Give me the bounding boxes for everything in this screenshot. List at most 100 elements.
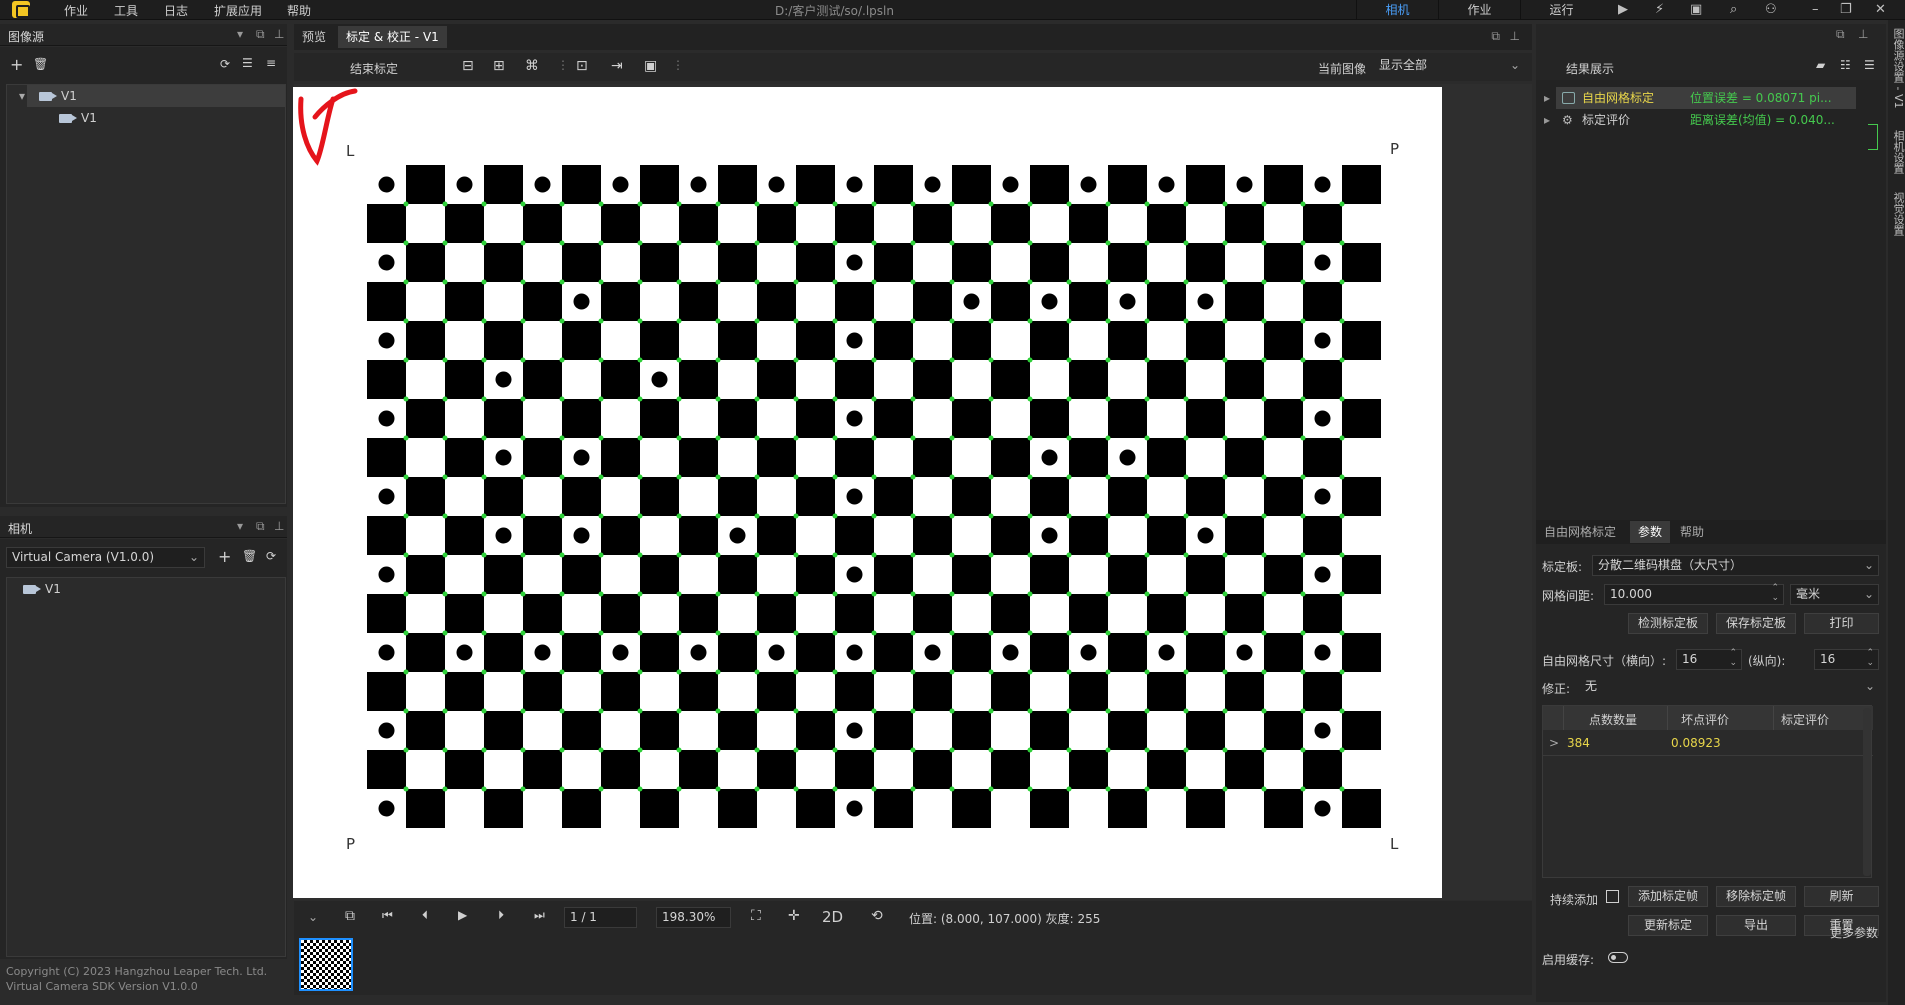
menu-tools[interactable]: 工具	[114, 2, 138, 19]
tree-root-v1[interactable]: ▾ V1	[19, 85, 285, 107]
export-button[interactable]: 导出	[1716, 915, 1796, 936]
grid-v-input[interactable]: 16 ⌃ ⌄	[1814, 648, 1879, 670]
refresh-camera-icon[interactable]: ⟳	[266, 549, 276, 563]
current-image-select[interactable]: 显示全部 ⌄	[1374, 56, 1524, 77]
crosshair-icon[interactable]: ✛	[788, 908, 800, 924]
export-icon[interactable]: ⇥	[611, 58, 623, 74]
play-icon[interactable]: ▶	[1618, 2, 1628, 17]
update-calibration-button[interactable]: 更新标定	[1628, 915, 1708, 936]
add-camera-icon[interactable]: +	[218, 547, 231, 566]
grid-icon[interactable]: ⊞	[493, 58, 505, 74]
collapse-icon[interactable]: ≡	[266, 56, 276, 70]
spinner-icon[interactable]: ⌃ ⌄	[1866, 648, 1874, 668]
menu-extensions[interactable]: 扩展应用	[214, 2, 262, 19]
chevron-down-icon[interactable]: ▾	[237, 519, 243, 533]
search-icon[interactable]: ⌕	[1730, 2, 1737, 17]
sync-icon[interactable]: ⟲	[871, 908, 883, 924]
image-stack-icon[interactable]: ⧉	[345, 908, 355, 924]
end-calibration-button[interactable]: 结束标定	[350, 60, 398, 77]
tab-params[interactable]: 参数	[1630, 521, 1671, 543]
save-board-button[interactable]: 保存标定板	[1716, 613, 1796, 634]
add-frame-button[interactable]: 添加标定帧	[1628, 886, 1708, 907]
pin-icon[interactable]: ⊥	[1510, 29, 1520, 43]
print-button[interactable]: 打印	[1804, 613, 1879, 634]
chevron-down-icon[interactable]: ▾	[237, 27, 243, 41]
refresh-button[interactable]: 刷新	[1804, 886, 1879, 907]
delete-camera-icon[interactable]: 🗑	[242, 549, 257, 563]
result-row-free-grid[interactable]: ▸ 自由网格标定 位置误差 = 0.08071 pi...	[1544, 87, 1856, 109]
cache-toggle[interactable]	[1608, 952, 1628, 963]
image-icon[interactable]: ⊡	[576, 58, 588, 74]
camera-select[interactable]: Virtual Camera (V1.0.0) ⌄	[6, 547, 205, 568]
tree-icon[interactable]: ⌘	[525, 58, 539, 74]
spacing-input[interactable]: 10.000 ⌃ ⌄	[1604, 583, 1784, 605]
zoom-input[interactable]: 198.30%	[656, 907, 731, 928]
first-frame-icon[interactable]: ⏮	[382, 908, 393, 923]
user-icon[interactable]: ⚇	[1765, 2, 1777, 17]
result-row-evaluation[interactable]: ▸ ⚙ 标定评价 距离误差(均值) = 0.040...	[1544, 109, 1856, 131]
fit-screen-icon[interactable]: ⛶	[751, 908, 761, 924]
camera-item-v1[interactable]: V1	[15, 578, 215, 600]
expand-icon[interactable]: ▸	[1544, 87, 1550, 109]
float-icon[interactable]: ⧉	[256, 519, 265, 534]
expand-icon[interactable]: ▾	[19, 85, 25, 107]
grid-h-input[interactable]: 16 ⌃ ⌄	[1676, 648, 1742, 670]
mode-2d-button[interactable]: 2D	[822, 908, 843, 926]
folder-icon[interactable]: ▰	[1816, 58, 1825, 72]
frame-input[interactable]: 1 / 1	[564, 907, 637, 928]
play-icon[interactable]: ▶	[458, 908, 467, 922]
float-icon[interactable]: ⧉	[256, 27, 265, 42]
menu-help[interactable]: 帮助	[287, 2, 311, 19]
dock-tab-image-settings[interactable]: 图像源设置 - V1	[1890, 28, 1905, 109]
remove-frame-button[interactable]: 移除标定帧	[1716, 886, 1796, 907]
next-frame-icon[interactable]: ⏵	[498, 908, 504, 923]
run-mode-button[interactable]: 运行	[1520, 0, 1602, 20]
tab-free-grid[interactable]: 自由网格标定	[1536, 521, 1624, 543]
prev-frame-icon[interactable]: ⏴	[422, 908, 428, 923]
pin-icon[interactable]: ⊥	[274, 27, 284, 41]
continuous-add-checkbox[interactable]	[1606, 890, 1619, 903]
frame-thumbnail[interactable]	[299, 938, 353, 991]
refresh-icon[interactable]: ⟳	[220, 57, 230, 71]
float-icon[interactable]: ⧉	[1491, 29, 1500, 44]
tab-calibration[interactable]: 标定 & 校正 - V1	[338, 26, 447, 48]
save-icon[interactable]: ▣	[1690, 2, 1702, 17]
tree-child-v1[interactable]: V1	[51, 107, 285, 129]
detect-board-button[interactable]: 检测标定板	[1628, 613, 1708, 634]
collapse-down-icon[interactable]: ⌄	[308, 910, 318, 924]
close-icon[interactable]: ✕	[1875, 2, 1886, 17]
delete-icon[interactable]: 🗑	[33, 57, 48, 71]
menu-icon[interactable]: ☰	[1864, 58, 1875, 72]
minimize-icon[interactable]: –	[1812, 2, 1819, 17]
tab-preview[interactable]: 预览	[294, 26, 334, 48]
float-icon[interactable]: ⧉	[1836, 27, 1845, 42]
more-params-link[interactable]: 更多参数	[1830, 924, 1878, 941]
last-frame-icon[interactable]: ⏭	[534, 908, 545, 923]
restore-icon[interactable]: ❐	[1840, 2, 1852, 17]
add-icon[interactable]: +	[10, 55, 23, 74]
toolbox-icon[interactable]: ⊟	[462, 58, 474, 74]
camera-icon	[39, 92, 57, 101]
pin-icon[interactable]: ⊥	[1858, 27, 1868, 41]
table-row[interactable]: > 384 0.08923	[1543, 732, 1873, 756]
save-icon[interactable]: ▣	[644, 58, 657, 74]
dock-tab-camera-settings[interactable]: 相机设置	[1890, 130, 1905, 174]
tree-expand-icon[interactable]: ☷	[1840, 58, 1851, 72]
expand-icon[interactable]: ▸	[1544, 109, 1550, 131]
correct-select[interactable]: 无 ⌄	[1580, 677, 1879, 698]
unit-select[interactable]: 毫米 ⌄	[1790, 584, 1879, 605]
job-mode-button[interactable]: 作业	[1438, 0, 1520, 20]
dock-tab-vision-settings[interactable]: 视觉设置	[1890, 192, 1905, 236]
list-icon[interactable]: ☰	[242, 56, 253, 70]
table-scrollbar[interactable]	[1863, 708, 1871, 876]
tab-help[interactable]: 帮助	[1672, 521, 1712, 543]
spinner-icon[interactable]: ⌃ ⌄	[1729, 648, 1737, 668]
spinner-icon[interactable]: ⌃ ⌄	[1771, 583, 1779, 603]
calibration-image[interactable]: L P P L	[293, 87, 1442, 898]
pin-icon[interactable]: ⊥	[274, 519, 284, 533]
flash-icon[interactable]: ⚡	[1655, 2, 1664, 17]
menu-job[interactable]: 作业	[64, 2, 88, 19]
camera-mode-button[interactable]: 相机	[1356, 0, 1438, 20]
menu-log[interactable]: 日志	[164, 2, 188, 19]
board-select[interactable]: 分散二维码棋盘（大尺寸） ⌄	[1592, 555, 1879, 576]
